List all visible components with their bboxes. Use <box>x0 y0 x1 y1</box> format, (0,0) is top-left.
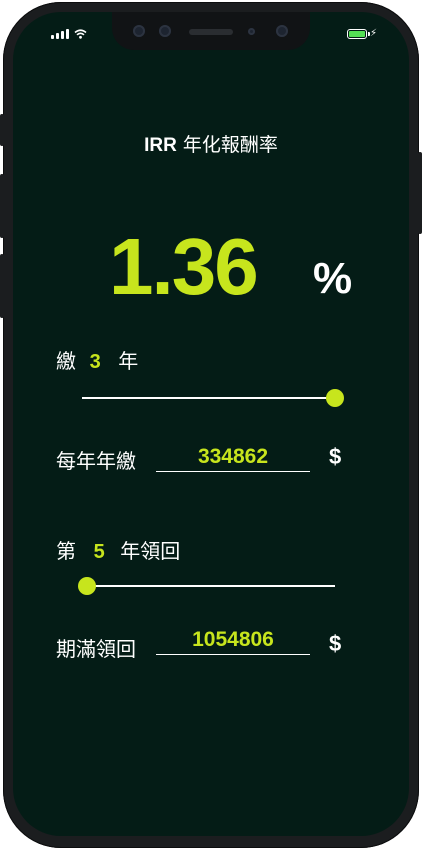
pay-years-slider-knob[interactable] <box>326 389 344 407</box>
front-camera-icon <box>276 25 288 37</box>
volume-down-button <box>0 254 4 318</box>
mute-switch <box>0 114 4 146</box>
charging-icon: ⚡ <box>369 28 377 39</box>
title-irr: IRR <box>144 135 177 156</box>
app-screen: ⚡ IRR 年化報酬率 1.36 % 繳 3 年 每年年繳 334862 $ 第 … <box>13 12 409 836</box>
receive-year-label: 第 5 年領回 <box>56 535 180 564</box>
pay-years-label-pre: 繳 <box>56 351 76 373</box>
title-suffix: 年化報酬率 <box>182 135 278 156</box>
annual-payment-currency: $ <box>329 444 342 469</box>
power-button <box>418 152 422 234</box>
notch <box>112 12 310 50</box>
annual-payment-label: 每年年繳 <box>56 451 136 473</box>
signal-icon <box>51 29 69 39</box>
maturity-value: 1054806 <box>192 628 274 651</box>
irr-value: 1.36 <box>109 222 259 311</box>
pay-years-value: 3 <box>89 351 101 373</box>
status-bar-left <box>51 29 87 39</box>
maturity-label: 期滿領回 <box>56 639 136 661</box>
maturity-currency: $ <box>329 631 342 656</box>
annual-payment-input[interactable]: 334862 <box>156 443 310 472</box>
pay-years-slider[interactable] <box>82 397 336 399</box>
wifi-icon <box>74 29 87 39</box>
speaker-grille <box>189 29 233 35</box>
status-bar-right: ⚡ <box>346 28 377 39</box>
receive-year-label-post: 年領回 <box>120 541 181 563</box>
percent-unit: % <box>313 254 353 303</box>
receive-year-slider[interactable] <box>87 585 335 587</box>
maturity-input[interactable]: 1054806 <box>156 626 310 655</box>
pay-years-label: 繳 3 年 <box>56 345 138 374</box>
receive-year-label-pre: 第 <box>56 541 76 563</box>
phone-frame: ⚡ IRR 年化報酬率 1.36 % 繳 3 年 每年年繳 334862 $ 第 … <box>0 2 422 848</box>
volume-up-button <box>0 174 4 238</box>
receive-year-slider-knob[interactable] <box>78 577 96 595</box>
receive-year-value: 5 <box>93 541 105 563</box>
page-title: IRR 年化報酬率 <box>13 130 409 157</box>
camera-icon <box>133 25 145 37</box>
battery-icon <box>346 29 370 39</box>
sensor-icon <box>159 25 171 37</box>
pay-years-label-post: 年 <box>118 351 139 373</box>
annual-payment-value: 334862 <box>197 445 269 468</box>
proximity-sensor-icon <box>248 28 255 35</box>
